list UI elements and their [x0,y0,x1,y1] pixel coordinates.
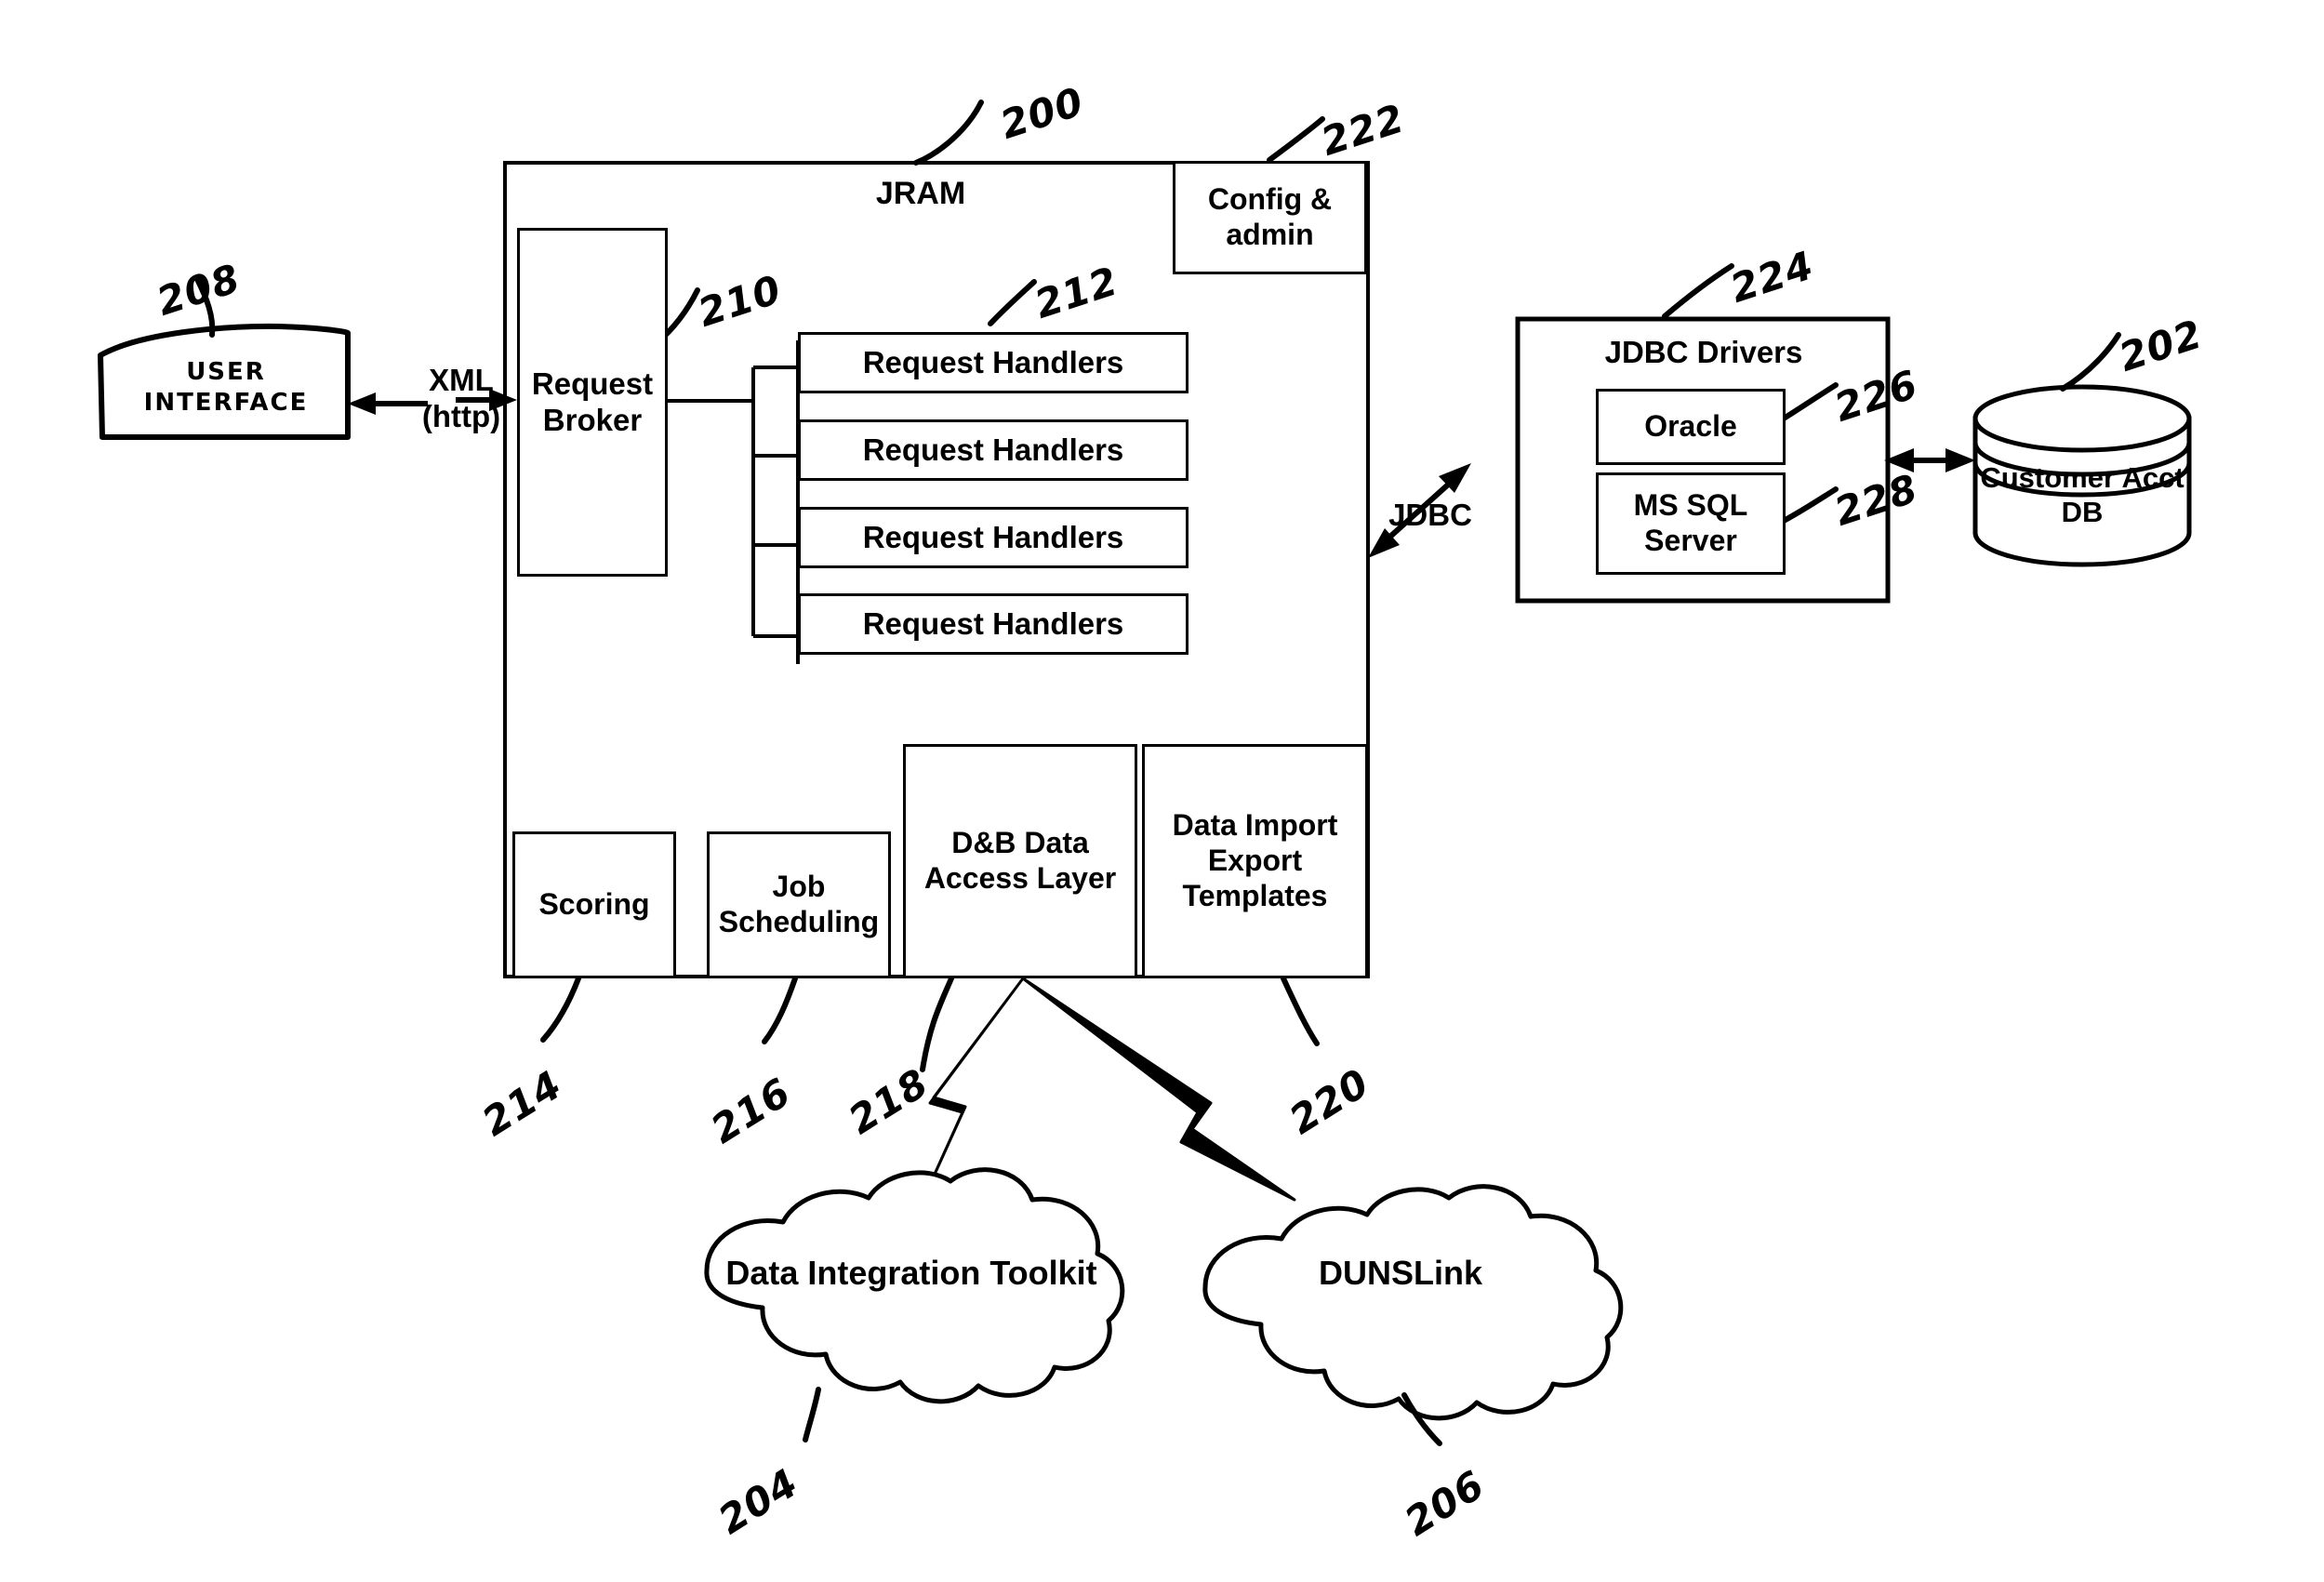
ref-leader-220 [1281,976,1320,1046]
config-admin-label: Config & admin [1207,182,1333,251]
cloud-dunslink [1202,1184,1624,1421]
ref-leader-202 [2060,332,2121,392]
request-handler-label: Request Handlers [862,432,1124,467]
request-handler-label: Request Handlers [862,605,1124,641]
data-import-export-templates-label: Data Import Export Templates [1172,808,1338,912]
ref-leader-228 [1781,486,1839,524]
request-broker-box[interactable]: Request Broker [517,228,668,577]
oracle-driver-box[interactable]: Oracle [1596,389,1786,465]
db-data-access-layer-label: D&B Data Access Layer [923,826,1117,895]
ref-number-222: 222 [1315,95,1411,165]
request-broker-label: Request Broker [531,366,654,437]
oracle-driver-label: Oracle [1644,409,1737,444]
request-handler-box-1[interactable]: Request Handlers [798,332,1189,393]
job-scheduling-label: Job Scheduling [718,870,880,938]
cloud-label-data-integration-toolkit: Data Integration Toolkit [725,1254,1097,1292]
xml-http-label: XML (http) [421,363,501,433]
ref-number-212: 212 [1029,258,1124,327]
db-data-access-layer-box[interactable]: D&B Data Access Layer [903,744,1137,978]
lightning-bolt-dunslink [1021,977,1296,1202]
cloud-label-dunslink: DUNSLink [1318,1254,1482,1292]
ref-leader-226 [1781,382,1839,421]
ref-number-210: 210 [692,266,788,336]
user-interface-label: USER INTERFACE [143,358,309,417]
jram-title: JRAM [875,176,966,211]
ref-number-216: 216 [703,1069,799,1152]
request-handler-label: Request Handlers [862,519,1124,554]
jdbc-link-label: JDBC [1388,498,1472,532]
scoring-label: Scoring [538,887,650,922]
ref-number-202: 202 [2113,311,2209,380]
config-admin-box[interactable]: Config & admin [1173,161,1367,274]
ref-number-204: 204 [710,1459,806,1543]
ref-number-214: 214 [474,1061,570,1145]
request-handler-box-4[interactable]: Request Handlers [798,593,1189,655]
ref-leader-216 [762,976,798,1044]
customer-acct-db-label: Customer Acct DB [1980,461,2185,528]
ref-leader-218 [920,976,954,1072]
ref-number-200: 200 [994,78,1090,148]
ref-number-228: 228 [1828,465,1924,535]
broker-handler-bracket [668,340,800,664]
scoring-box[interactable]: Scoring [512,831,676,978]
request-handler-box-2[interactable]: Request Handlers [798,419,1189,481]
ref-number-206: 206 [1397,1461,1493,1545]
figure-canvas: USER INTERFACE 208 XML (http) JRAM 200 C… [0,0,2324,1582]
ref-leader-222 [1267,116,1325,163]
jdbc-drivers-title: JDBC Drivers [1604,335,1803,369]
ref-number-224: 224 [1724,242,1820,312]
mssql-driver-box[interactable]: MS SQL Server [1596,472,1786,575]
request-handler-box-3[interactable]: Request Handlers [798,507,1189,568]
ref-number-220: 220 [1282,1059,1377,1143]
ref-leader-224 [1662,263,1734,319]
mssql-driver-label: MS SQL Server [1633,488,1748,557]
ref-leader-212 [988,279,1037,326]
ref-number-208: 208 [151,255,246,325]
ref-leader-204 [803,1387,821,1442]
ref-leader-214 [540,976,581,1043]
ref-number-226: 226 [1828,361,1924,431]
ref-leader-200 [913,100,984,166]
job-scheduling-box[interactable]: Job Scheduling [707,831,891,978]
data-import-export-templates-box[interactable]: Data Import Export Templates [1142,744,1368,978]
request-handler-label: Request Handlers [862,344,1124,379]
